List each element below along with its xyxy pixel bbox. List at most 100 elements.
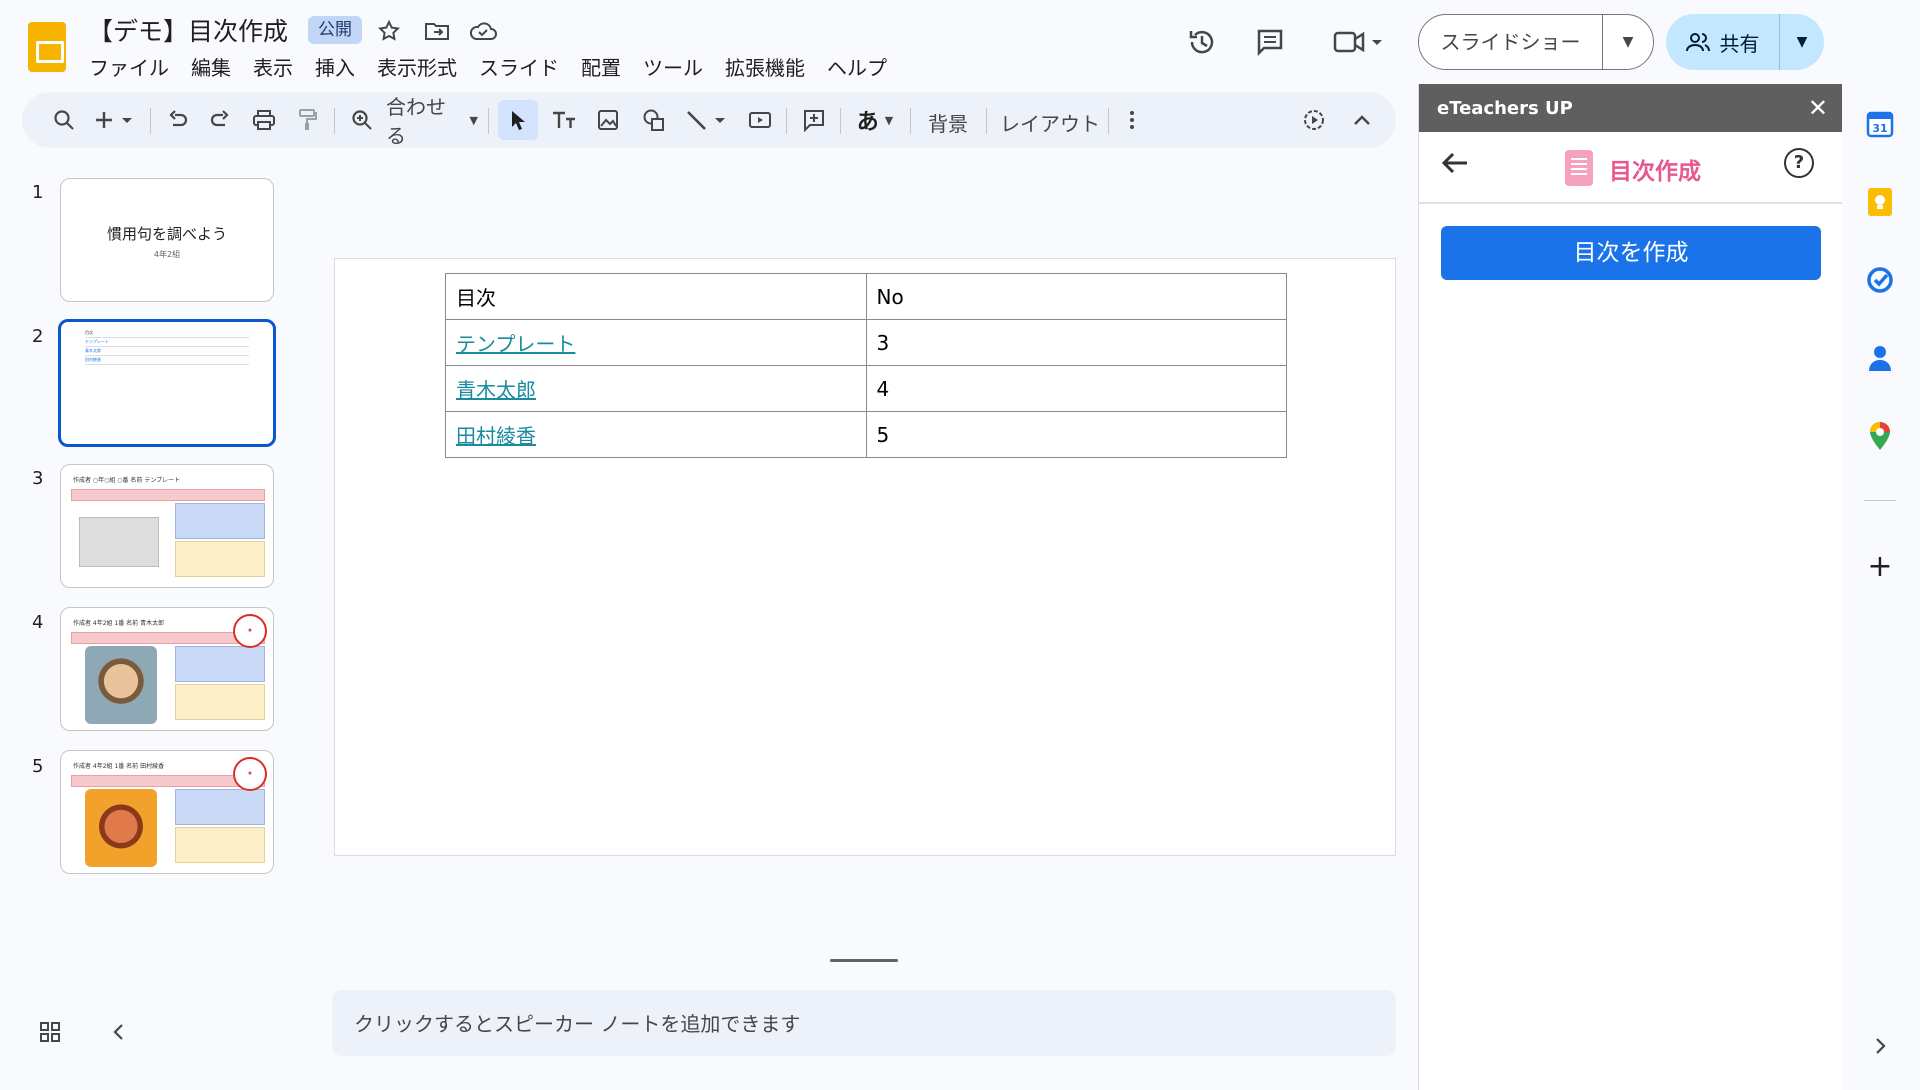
thumb-meaning-box [175,503,265,539]
tasks-icon[interactable] [1862,262,1898,298]
table-cell-no[interactable]: 5 [865,411,1287,458]
menu-file[interactable]: ファイル [78,52,180,81]
header-cell-no[interactable]: No [865,273,1287,320]
slideshow-button[interactable]: スライドショー ▼ [1418,14,1654,70]
calendar-icon[interactable]: 31 [1862,106,1898,142]
slide-number: 1 [32,182,44,203]
table-header-row: 目次 No [445,273,1287,320]
menu-edit[interactable]: 編集 [180,52,242,81]
thumb-example-box [175,827,265,863]
public-badge[interactable]: 公開 [308,16,362,44]
select-tool-icon[interactable] [498,100,538,140]
background-button[interactable]: 背景 [928,108,968,137]
panel-header-title: eTeachers UP [1437,97,1573,119]
thumb-heading: 作成者 4年2組 1番 名前 田村綾香 [73,763,165,770]
layout-button[interactable]: レイアウト [1000,108,1100,137]
animation-icon[interactable] [1296,100,1332,140]
comments-icon[interactable] [1250,22,1290,62]
maps-icon[interactable] [1862,418,1898,454]
more-options-icon[interactable] [1118,100,1146,140]
input-tools-glyph: あ [856,110,879,135]
collapse-filmstrip-icon[interactable] [100,1014,136,1050]
toc-table[interactable]: 目次 No テンプレート 3 青木太郎 4 田村綾香 5 [445,273,1287,458]
close-icon[interactable]: ✕ [1808,94,1828,122]
slide-thumbnail-4[interactable]: 作成者 4年2組 1番 名前 青木太郎 ★ [60,607,274,731]
slides-logo[interactable] [28,22,66,72]
document-icon [1565,150,1593,186]
toc-link[interactable]: 田村綾香 [456,424,536,448]
thumb-example-box [175,541,265,577]
text-box-icon[interactable] [546,100,582,140]
slide-number: 4 [32,612,44,633]
table-row: テンプレート 3 [445,319,1287,366]
grid-view-icon[interactable] [32,1014,68,1050]
star-icon[interactable] [374,16,404,46]
menu-help[interactable]: ヘルプ [816,52,898,81]
thumb-example-box [175,684,265,720]
slideshow-label[interactable]: スライドショー [1419,15,1603,69]
thumb-heading: 作成者 ○年○組 ○番 名前 テンプレート [73,477,181,484]
panel-header: eTeachers UP ✕ [1419,84,1842,132]
toc-link[interactable]: テンプレート [456,332,575,356]
rail-divider [1864,500,1896,501]
cloud-saved-icon[interactable] [468,16,498,46]
line-tool-icon[interactable] [682,100,736,140]
table-cell-no[interactable]: 4 [865,365,1287,412]
move-to-folder-icon[interactable] [422,16,452,46]
slide-thumbnail-2[interactable]: 目次 テンプレート 青木太郎 田村綾香 [58,319,276,447]
header-cell-toc[interactable]: 目次 [445,273,867,320]
add-addon-icon[interactable]: + [1862,548,1898,584]
version-history-icon[interactable] [1182,22,1222,62]
thumb-illustration [85,789,157,867]
share-dropdown-icon[interactable]: ▼ [1780,34,1824,50]
zoom-icon[interactable] [344,100,380,140]
new-slide-icon[interactable] [92,100,142,140]
search-menus-icon[interactable] [44,100,84,140]
notes-resize-handle[interactable] [830,959,898,962]
thumb-heading: 作成者 4年2組 1番 名前 青木太郎 [73,620,165,627]
keep-icon[interactable] [1862,184,1898,220]
redo-icon[interactable] [202,100,238,140]
slide-thumbnail-5[interactable]: 作成者 4年2組 1番 名前 田村綾香 ★ [60,750,274,874]
contacts-icon[interactable] [1862,340,1898,376]
side-rail: 31 + [1842,0,1920,1090]
insert-video-icon[interactable] [742,100,778,140]
insert-image-icon[interactable] [590,100,626,140]
document-title[interactable]: 【デモ】目次作成 [88,12,288,48]
shape-icon[interactable] [636,100,672,140]
menu-slide[interactable]: スライド [468,52,570,81]
toc-link[interactable]: 青木太郎 [456,378,536,402]
collapse-toolbar-icon[interactable] [1344,100,1380,140]
back-arrow-icon[interactable] [1441,148,1469,183]
help-icon[interactable]: ? [1784,148,1814,178]
menu-extensions[interactable]: 拡張機能 [714,52,816,81]
slide-canvas[interactable]: 目次 No テンプレート 3 青木太郎 4 田村綾香 5 [334,258,1396,856]
zoom-label: 合わせる [386,95,446,148]
mini-row: テンプレート [85,339,249,347]
slide-number: 5 [32,756,44,777]
menu-tools[interactable]: ツール [632,52,714,81]
slide-thumbnail-1[interactable]: 慣用句を調べよう 4年2組 [60,178,274,302]
create-toc-button[interactable]: 目次を作成 [1441,226,1821,280]
print-icon[interactable] [246,100,282,140]
table-cell-no[interactable]: 3 [865,319,1287,366]
menu-insert[interactable]: 挿入 [304,52,366,81]
input-tools-button[interactable]: あ ▼ [848,100,902,140]
undo-icon[interactable] [160,100,196,140]
menu-arrange[interactable]: 配置 [570,52,632,81]
menu-format[interactable]: 表示形式 [366,52,468,81]
paint-format-icon[interactable] [290,100,326,140]
zoom-select[interactable]: 合わせる ▼ [386,95,478,148]
zoom-dropdown-icon: ▼ [469,113,478,127]
menu-view[interactable]: 表示 [242,52,304,81]
addon-side-panel: eTeachers UP ✕ 目次作成 ? 目次を作成 [1418,84,1842,1090]
meet-video-icon[interactable] [1330,22,1386,62]
collapse-rail-icon[interactable] [1862,1028,1898,1064]
insert-comment-icon[interactable] [796,100,832,140]
slide-thumbnail-3[interactable]: 作成者 ○年○組 ○番 名前 テンプレート [60,464,274,588]
mini-row: 田村綾香 [85,357,249,365]
slideshow-dropdown-icon[interactable]: ▼ [1603,34,1653,50]
share-main[interactable]: 共有 [1666,14,1780,70]
share-button[interactable]: 共有 ▼ [1666,14,1824,70]
speaker-notes[interactable]: クリックするとスピーカー ノートを追加できます [332,990,1396,1056]
